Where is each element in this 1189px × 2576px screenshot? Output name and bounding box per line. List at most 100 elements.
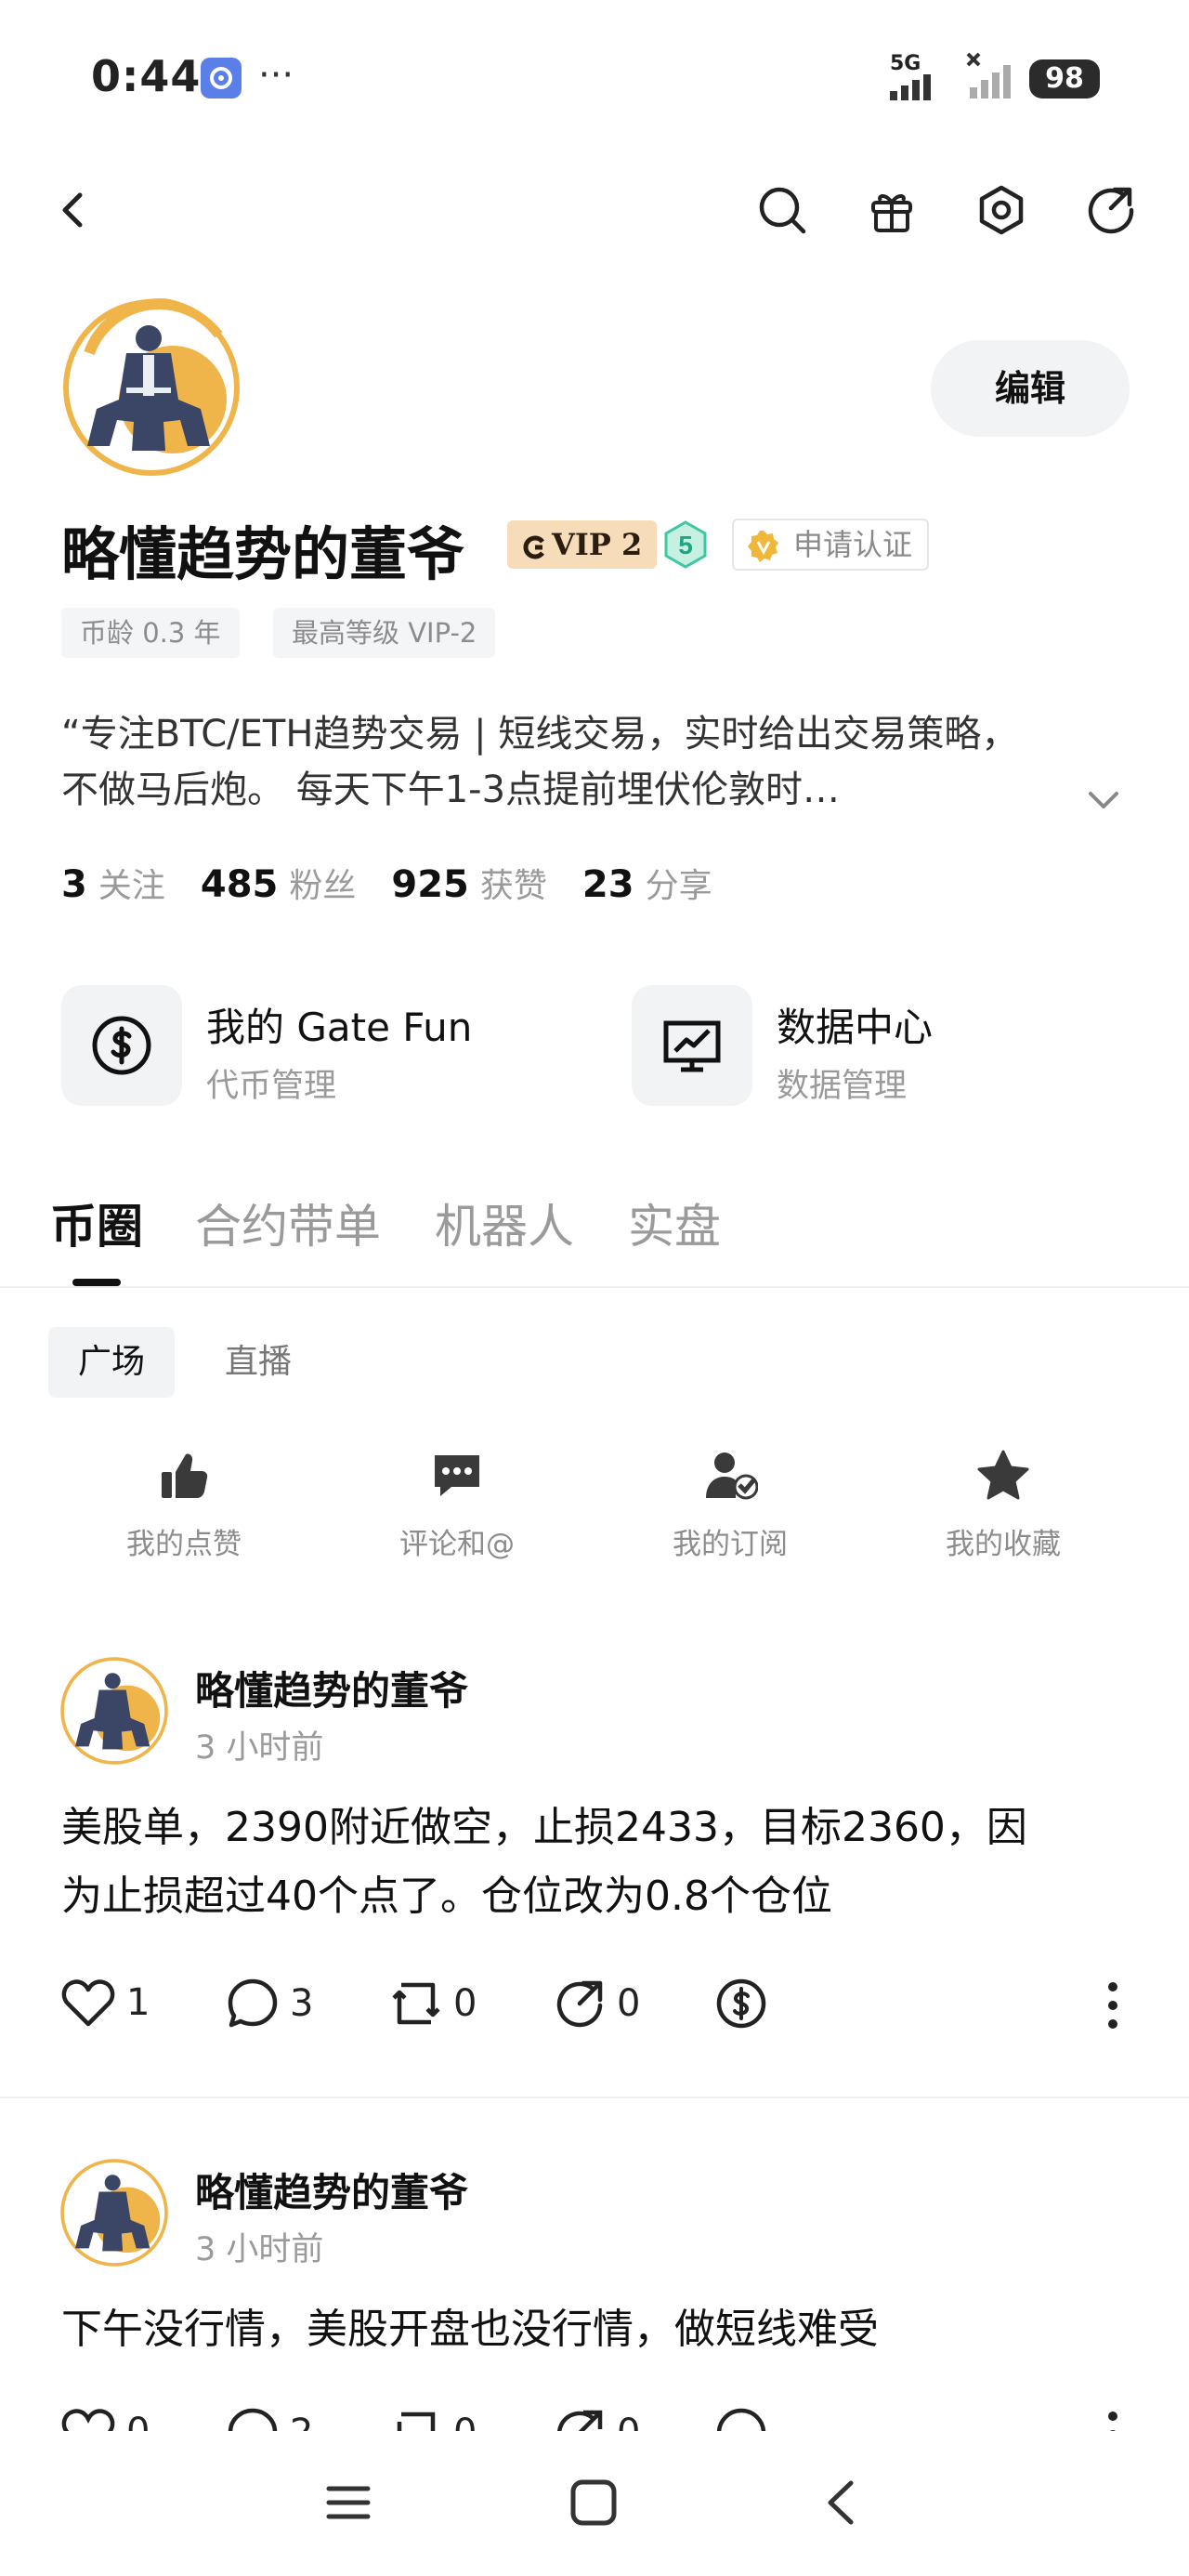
dollar-tip-icon [716,1978,766,2029]
gift-icon[interactable] [864,182,920,238]
post-actions-clipped: 0 2 0 0 [0,2407,1189,2431]
system-navigation-bar [0,2435,1189,2576]
data-center-card[interactable] [632,985,752,1106]
followers-count[interactable]: 485 [201,863,279,906]
repost-button[interactable]: 0 [390,2407,477,2431]
active-tab-indicator [72,1279,121,1286]
edit-profile-button[interactable]: 编辑 [931,340,1130,437]
my-favorites-label: 我的收藏 [946,1528,1061,1561]
tip-button[interactable] [715,1978,778,2030]
recent-apps-icon[interactable] [325,2479,372,2526]
comment-button[interactable]: 3 [227,1978,313,2030]
app-notification-icon [201,58,242,99]
comments-mentions-label: 评论和@ [399,1528,515,1561]
signal-2-icon [966,52,1020,100]
share-arrow-icon [557,2410,603,2431]
tab-coin-circle[interactable]: 币圈 [50,1189,143,1256]
post-content-line-2: 为止损超过40个点了。仓位改为0.8个仓位 [61,1873,832,1920]
apply-verification-button[interactable]: 申请认证 [732,519,930,571]
more-options-icon[interactable] [1104,2409,1122,2431]
post-content[interactable]: 下午没行情，美股开盘也没行情，做短线难受 [61,2295,1130,2364]
like-button[interactable]: 1 [61,1978,150,2028]
verify-label: 申请认证 [793,527,913,562]
shares-count: 23 [581,863,634,906]
gate-fun-subtitle: 代币管理 [206,1068,337,1105]
post-divider [0,2096,1189,2098]
comment-button[interactable]: 2 [227,2407,313,2431]
comments-mentions-button[interactable]: 评论和@ [346,1448,568,1562]
settings-hexagon-icon[interactable] [973,182,1029,238]
share-post-button[interactable]: 0 [554,2407,640,2431]
tab-copy-trading[interactable]: 合约带单 [195,1189,381,1256]
status-more-dots: ··· [258,54,294,97]
my-likes-label: 我的点赞 [126,1528,242,1561]
subtab-square[interactable]: 广场 [48,1327,176,1398]
search-icon[interactable] [754,182,810,238]
following-count[interactable]: 3 [61,863,87,906]
like-button[interactable]: 0 [61,2407,150,2431]
back-arrow-icon[interactable] [46,182,102,238]
comment-bubble-icon [228,1978,278,2028]
post-timestamp: 3 小时前 [195,2231,324,2268]
heart-icon [61,1979,115,2027]
thumbs-up-icon [162,1453,208,1498]
profile-bio[interactable]: “专注BTC/ETH趋势交易 | 短线交易，实时给出交易策略， 不做马后炮。 每… [61,706,1111,818]
repost-icon [392,1982,440,2025]
repost-icon [397,2412,436,2431]
share-count: 0 [617,1982,641,2025]
repost-count: 0 [453,2412,477,2431]
nav-back-icon[interactable] [817,2477,868,2528]
tabs-divider [0,1286,1189,1288]
my-subscriptions-button[interactable]: 我的订阅 [619,1448,842,1562]
like-count: 1 [126,1981,150,2024]
comment-bubble-icon [228,2408,278,2431]
star-icon [977,1450,1029,1500]
max-vip-tag: 最高等级 VIP-2 [273,608,496,658]
share-post-button[interactable]: 0 [554,1978,640,2030]
tab-live-trading[interactable]: 实盘 [628,1189,721,1256]
profile-avatar[interactable] [61,297,242,478]
chart-monitor-icon [663,1020,721,1072]
home-icon[interactable] [568,2477,619,2528]
status-time: 0:44 [91,51,202,101]
bio-line-1: “专注BTC/ETH趋势交易 | 短线交易，实时给出交易策略， [61,713,1019,756]
vip-badge[interactable]: VIP 2 [507,520,658,569]
bio-line-2: 不做马后炮。 每天下午1-3点提前埋伏伦敦时… [61,769,841,811]
tip-button[interactable] [715,2407,778,2431]
signal-icon [890,72,955,100]
post-author-name[interactable]: 略懂趋势的董爷 [195,1660,468,1716]
likes-received-count: 925 [391,863,469,906]
post-author-name[interactable]: 略懂趋势的董爷 [195,2162,468,2218]
post-author-avatar[interactable] [59,1656,169,1766]
data-center-title[interactable]: 数据中心 [777,996,933,1053]
subtab-live[interactable]: 直播 [195,1327,321,1398]
chevron-down-icon[interactable] [1081,777,1126,821]
post-content-line-1: 下午没行情，美股开盘也没行情，做短线难受 [61,2306,879,2353]
gate-fun-title[interactable]: 我的 Gate Fun [206,996,472,1053]
share-count: 0 [617,2412,640,2431]
level-badge[interactable]: 5 [661,520,710,569]
share-icon[interactable] [1083,182,1139,238]
comment-icon [435,1455,479,1496]
repost-count: 0 [453,1982,477,2025]
more-options-icon[interactable] [1104,1979,1122,2031]
repost-button[interactable]: 0 [390,1978,477,2030]
dollar-circle-icon [92,1016,151,1075]
like-count: 0 [126,2411,150,2431]
post-author-avatar[interactable] [59,2158,169,2267]
verified-v-icon [747,530,780,563]
gate-fun-card[interactable] [61,985,182,1106]
profile-nickname: 略懂趋势的董爷 [61,520,465,588]
my-subscriptions-label: 我的订阅 [673,1528,788,1561]
following-label[interactable]: 关注 [98,867,165,905]
battery-indicator: 98 [1029,59,1100,99]
post-timestamp: 3 小时前 [195,1729,324,1767]
coin-age-tag: 币龄 0.3 年 [61,608,240,658]
shares-label: 分享 [645,867,712,905]
my-favorites-button[interactable]: 我的收藏 [892,1448,1115,1562]
followers-label[interactable]: 粉丝 [289,867,356,905]
post-content-line-1: 美股单，2390附近做空，止损2433，目标2360，因 [61,1804,1027,1851]
post-content[interactable]: 美股单，2390附近做空，止损2433，目标2360，因 为止损超过40个点了。… [61,1794,1130,1931]
my-likes-button[interactable]: 我的点赞 [72,1448,295,1562]
tab-bots[interactable]: 机器人 [435,1189,574,1256]
